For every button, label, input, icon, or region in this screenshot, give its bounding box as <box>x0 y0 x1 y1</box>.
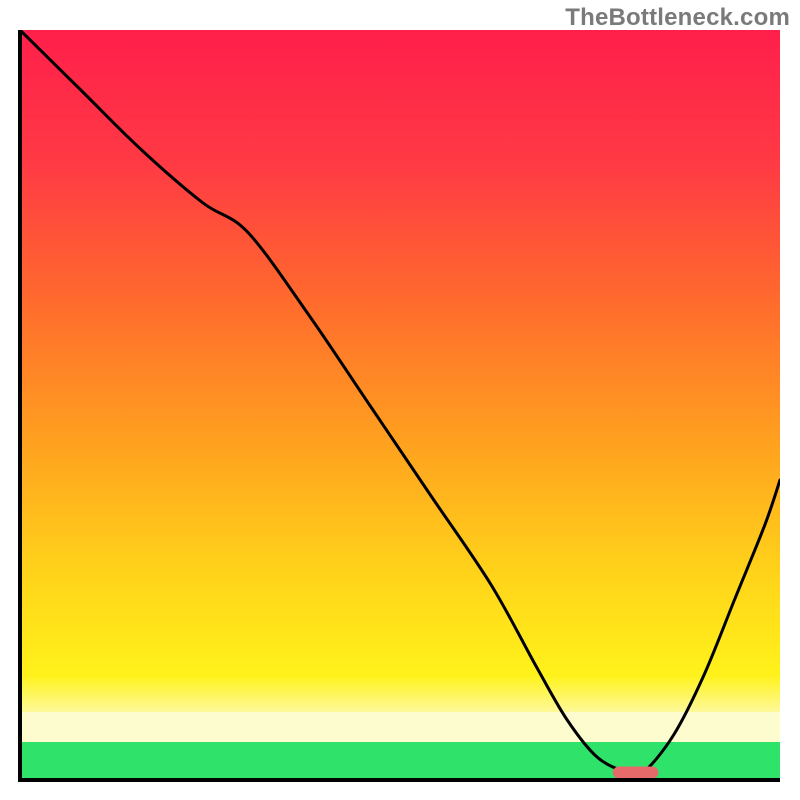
optimal-marker <box>613 767 659 779</box>
watermark-text: TheBottleneck.com <box>565 4 790 32</box>
bottleneck-plot <box>0 0 800 800</box>
band-faint-yellow <box>20 712 780 742</box>
chart-container: TheBottleneck.com <box>0 0 800 800</box>
